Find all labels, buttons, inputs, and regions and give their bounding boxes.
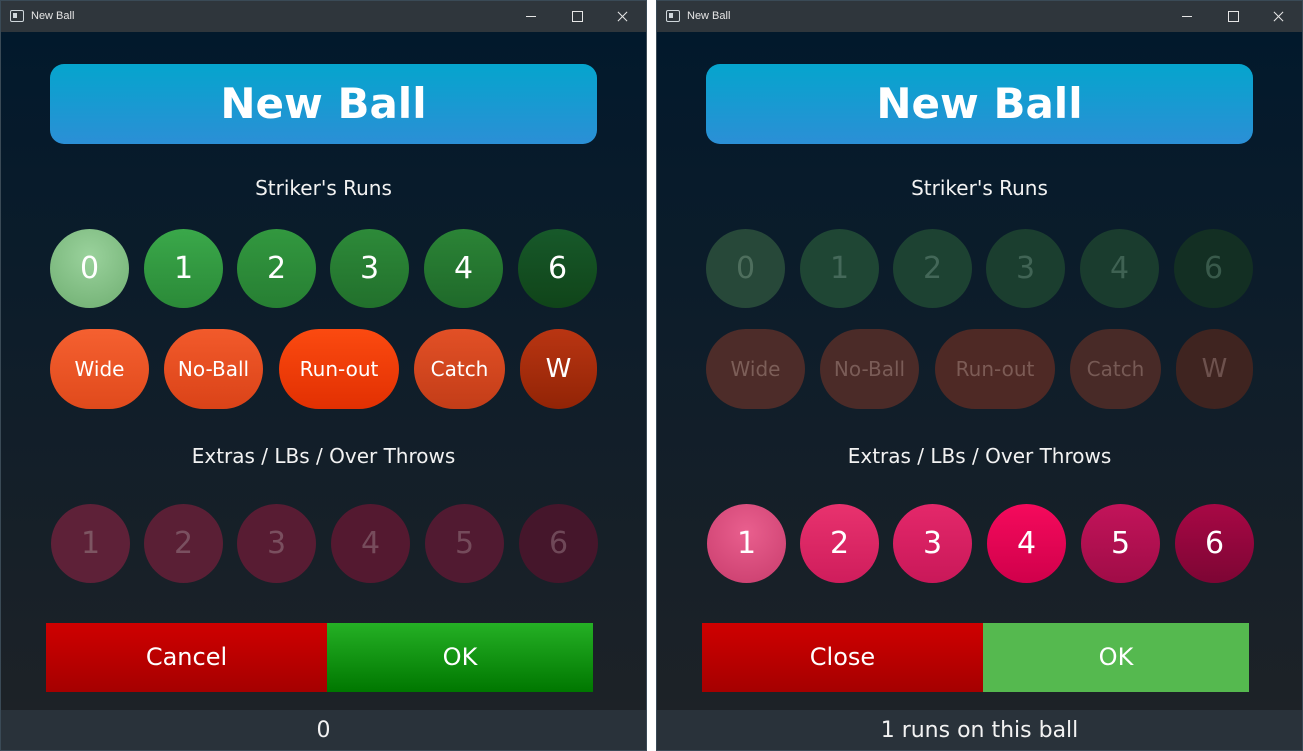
extra-button-6[interactable]: 6 (519, 504, 598, 583)
run-button-6[interactable]: 6 (518, 229, 597, 308)
page-title: New Ball (706, 64, 1253, 144)
catch-button[interactable]: Catch (414, 329, 505, 409)
extra-button-4[interactable]: 4 (987, 504, 1066, 583)
no-ball-button[interactable]: No-Ball (820, 329, 919, 409)
wide-button[interactable]: Wide (50, 329, 149, 409)
run-button-0[interactable]: 0 (706, 229, 785, 308)
extra-button-2[interactable]: 2 (800, 504, 879, 583)
maximize-icon[interactable] (1210, 1, 1256, 32)
extra-button-6[interactable]: 6 (1175, 504, 1254, 583)
run-button-4[interactable]: 4 (1080, 229, 1159, 308)
window-title: New Ball (31, 10, 75, 22)
wicket-button[interactable]: W (520, 329, 597, 409)
run-out-button[interactable]: Run-out (935, 329, 1055, 409)
wicket-button[interactable]: W (1176, 329, 1253, 409)
close-button[interactable]: Close (702, 623, 983, 692)
extra-button-5[interactable]: 5 (425, 504, 504, 583)
dialog-content: New Ball Striker's Runs 0 1 2 3 4 6 Wide… (1, 32, 646, 710)
dialog-content: New Ball Striker's Runs 0 1 2 3 4 6 Wide… (657, 32, 1302, 710)
title-bar: New Ball (657, 1, 1302, 32)
catch-button[interactable]: Catch (1070, 329, 1161, 409)
run-button-6[interactable]: 6 (1174, 229, 1253, 308)
extra-button-1[interactable]: 1 (51, 504, 130, 583)
extra-button-3[interactable]: 3 (893, 504, 972, 583)
status-bar: 0 (1, 710, 646, 750)
extras-label: Extras / LBs / Over Throws (847, 444, 1112, 468)
ok-button[interactable]: OK (983, 623, 1249, 692)
minimize-icon[interactable] (508, 1, 554, 32)
extra-button-3[interactable]: 3 (237, 504, 316, 583)
run-out-button[interactable]: Run-out (279, 329, 399, 409)
strikers-runs-label: Striker's Runs (911, 176, 1048, 200)
no-ball-button[interactable]: No-Ball (164, 329, 263, 409)
new-ball-window-left: New Ball New Ball Striker's Runs 0 1 2 3… (0, 0, 647, 751)
cancel-button[interactable]: Cancel (46, 623, 327, 692)
minimize-icon[interactable] (1164, 1, 1210, 32)
app-window-icon (666, 10, 680, 22)
run-button-1[interactable]: 1 (800, 229, 879, 308)
extra-button-1[interactable]: 1 (707, 504, 786, 583)
run-button-0[interactable]: 0 (50, 229, 129, 308)
new-ball-window-right: New Ball New Ball Striker's Runs 0 1 2 3… (656, 0, 1303, 751)
title-bar: New Ball (1, 1, 646, 32)
extra-button-4[interactable]: 4 (331, 504, 410, 583)
run-button-3[interactable]: 3 (330, 229, 409, 308)
run-button-2[interactable]: 2 (893, 229, 972, 308)
close-icon[interactable] (1256, 1, 1302, 32)
run-button-4[interactable]: 4 (424, 229, 503, 308)
wide-button[interactable]: Wide (706, 329, 805, 409)
maximize-icon[interactable] (554, 1, 600, 32)
ok-button[interactable]: OK (327, 623, 593, 692)
strikers-runs-label: Striker's Runs (255, 176, 392, 200)
extra-button-5[interactable]: 5 (1081, 504, 1160, 583)
status-bar: 1 runs on this ball (657, 710, 1302, 750)
app-window-icon (10, 10, 24, 22)
page-title: New Ball (50, 64, 597, 144)
window-title: New Ball (687, 10, 731, 22)
extra-button-2[interactable]: 2 (144, 504, 223, 583)
run-button-3[interactable]: 3 (986, 229, 1065, 308)
extras-label: Extras / LBs / Over Throws (191, 444, 456, 468)
close-icon[interactable] (600, 1, 646, 32)
run-button-1[interactable]: 1 (144, 229, 223, 308)
run-button-2[interactable]: 2 (237, 229, 316, 308)
